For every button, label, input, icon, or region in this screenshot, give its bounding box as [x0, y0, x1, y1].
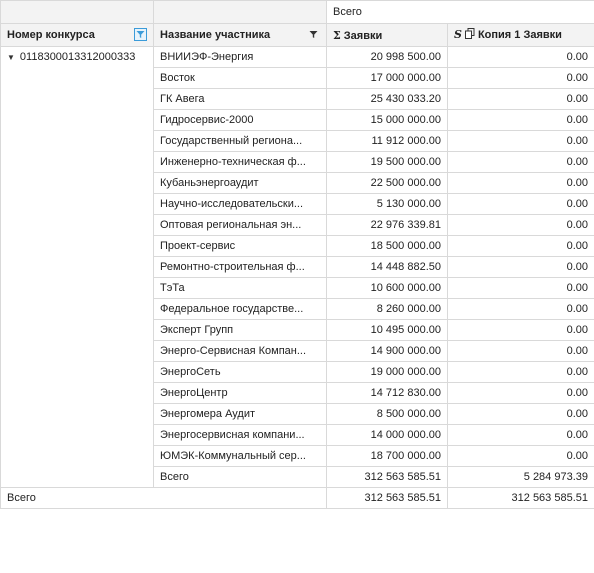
column-header-applications[interactable]: Σ Заявки	[326, 23, 448, 47]
group-cell-contest-number[interactable]: ▼ 0118300013312000333	[0, 46, 154, 488]
participant-name-cell[interactable]: Энергомера Аудит	[153, 403, 327, 425]
script-s-icon: S	[454, 28, 462, 41]
grand-total-copy-applications: 312 563 585.51	[447, 487, 594, 509]
applications-cell[interactable]: 14 900 000.00	[326, 340, 448, 362]
participant-name-cell[interactable]: ЮМЭК-Коммунальный сер...	[153, 445, 327, 467]
copy-applications-cell[interactable]: 0.00	[447, 130, 594, 152]
copy-applications-cell[interactable]: 0.00	[447, 382, 594, 404]
participant-name-cell[interactable]: Научно-исследовательски...	[153, 193, 327, 215]
copy-applications-cell[interactable]: 0.00	[447, 256, 594, 278]
subtotal-applications: 312 563 585.51	[326, 466, 448, 488]
copy-icon	[464, 28, 475, 42]
copy-applications-cell[interactable]: 0.00	[447, 88, 594, 110]
applications-cell[interactable]: 19 000 000.00	[326, 361, 448, 383]
copy-applications-cell[interactable]: 0.00	[447, 46, 594, 68]
participant-name-cell[interactable]: Ремонтно-строительная ф...	[153, 256, 327, 278]
copy-applications-cell[interactable]: 0.00	[447, 214, 594, 236]
copy-applications-cell[interactable]: 0.00	[447, 235, 594, 257]
copy-applications-cell[interactable]: 0.00	[447, 298, 594, 320]
applications-cell[interactable]: 20 998 500.00	[326, 46, 448, 68]
participant-name-cell[interactable]: Проект-сервис	[153, 235, 327, 257]
pivot-table: Всего Номер конкурса Название участника …	[0, 0, 594, 509]
column-label: Название участника	[160, 29, 271, 41]
applications-cell[interactable]: 11 912 000.00	[326, 130, 448, 152]
participant-name-cell[interactable]: ГК Авега	[153, 88, 327, 110]
column-header-row: Номер конкурса Название участника Σ Заявк…	[0, 23, 594, 47]
table-row[interactable]: ▼ 0118300013312000333 ВНИИЭФ-Энергия 20 998…	[0, 46, 594, 488]
participant-name-cell[interactable]: Федеральное государстве...	[153, 298, 327, 320]
triangle-down-icon[interactable]: ▼	[7, 53, 15, 62]
applications-cell[interactable]: 8 260 000.00	[326, 298, 448, 320]
contest-number-value: 0118300013312000333	[19, 51, 136, 63]
participant-name-cell[interactable]: ЭнергоСеть	[153, 361, 327, 383]
grand-total-label: Всего	[0, 487, 327, 509]
grand-total-applications: 312 563 585.51	[326, 487, 448, 509]
applications-cell[interactable]: 22 976 339.81	[326, 214, 448, 236]
subtotal-copy-applications: 5 284 973.39	[447, 466, 594, 488]
participant-name-cell[interactable]: ЭнергоЦентр	[153, 382, 327, 404]
column-header-participant-name[interactable]: Название участника	[153, 23, 327, 47]
copy-applications-cell[interactable]: 0.00	[447, 340, 594, 362]
copy-applications-cell[interactable]: 0.00	[447, 403, 594, 425]
column-label: Номер конкурса	[7, 29, 95, 41]
participant-name-cell[interactable]: Инженерно-техническая ф...	[153, 151, 327, 173]
applications-cell[interactable]: 18 700 000.00	[326, 445, 448, 467]
participant-name-cell[interactable]: Кубаньэнергоаудит	[153, 172, 327, 194]
sigma-icon: Σ	[333, 28, 341, 42]
participant-name-cell[interactable]: Гидросервис-2000	[153, 109, 327, 131]
applications-cell[interactable]: 10 600 000.00	[326, 277, 448, 299]
participant-name-cell[interactable]: Энергосервисная компани...	[153, 424, 327, 446]
applications-cell[interactable]: 5 130 000.00	[326, 193, 448, 215]
participant-name-cell[interactable]: ТэТа	[153, 277, 327, 299]
copy-applications-cell[interactable]: 0.00	[447, 67, 594, 89]
participant-name-cell[interactable]: ВНИИЭФ-Энергия	[153, 46, 327, 68]
copy-applications-cell[interactable]: 0.00	[447, 151, 594, 173]
applications-cell[interactable]: 15 000 000.00	[326, 109, 448, 131]
filter-icon[interactable]	[309, 30, 318, 42]
applications-cell[interactable]: 19 500 000.00	[326, 151, 448, 173]
filter-icon[interactable]	[134, 28, 147, 41]
copy-applications-cell[interactable]: 0.00	[447, 172, 594, 194]
copy-applications-cell[interactable]: 0.00	[447, 277, 594, 299]
copy-applications-cell[interactable]: 0.00	[447, 109, 594, 131]
applications-cell[interactable]: 22 500 000.00	[326, 172, 448, 194]
subtotal-label: Всего	[153, 466, 327, 488]
corner-cell	[153, 0, 327, 24]
applications-cell[interactable]: 18 500 000.00	[326, 235, 448, 257]
applications-cell[interactable]: 14 000 000.00	[326, 424, 448, 446]
copy-applications-cell[interactable]: 0.00	[447, 193, 594, 215]
copy-applications-cell[interactable]: 0.00	[447, 445, 594, 467]
header-band: Всего	[0, 0, 594, 24]
applications-cell[interactable]: 14 712 830.00	[326, 382, 448, 404]
applications-cell[interactable]: 25 430 033.20	[326, 88, 448, 110]
participant-name-cell[interactable]: Государственный региона...	[153, 130, 327, 152]
column-label: Заявки	[343, 29, 383, 42]
applications-cell[interactable]: 8 500 000.00	[326, 403, 448, 425]
participant-name-cell[interactable]: Эксперт Групп	[153, 319, 327, 341]
applications-cell[interactable]: 10 495 000.00	[326, 319, 448, 341]
corner-cell	[0, 0, 154, 24]
applications-cell[interactable]: 17 000 000.00	[326, 67, 448, 89]
participant-name-cell[interactable]: Оптовая региональная эн...	[153, 214, 327, 236]
column-header-contest-number[interactable]: Номер конкурса	[0, 23, 154, 47]
grand-total-row: Всего 312 563 585.51 312 563 585.51	[0, 487, 594, 509]
column-group-total: Всего	[326, 0, 594, 24]
applications-cell[interactable]: 14 448 882.50	[326, 256, 448, 278]
copy-applications-cell[interactable]: 0.00	[447, 361, 594, 383]
column-header-copy-applications[interactable]: S Копия 1 Заявки	[447, 23, 594, 47]
copy-applications-cell[interactable]: 0.00	[447, 319, 594, 341]
column-label: Копия 1 Заявки	[477, 29, 562, 41]
copy-applications-cell[interactable]: 0.00	[447, 424, 594, 446]
participant-name-cell[interactable]: Восток	[153, 67, 327, 89]
participant-name-cell[interactable]: Энерго-Сервисная Компан...	[153, 340, 327, 362]
